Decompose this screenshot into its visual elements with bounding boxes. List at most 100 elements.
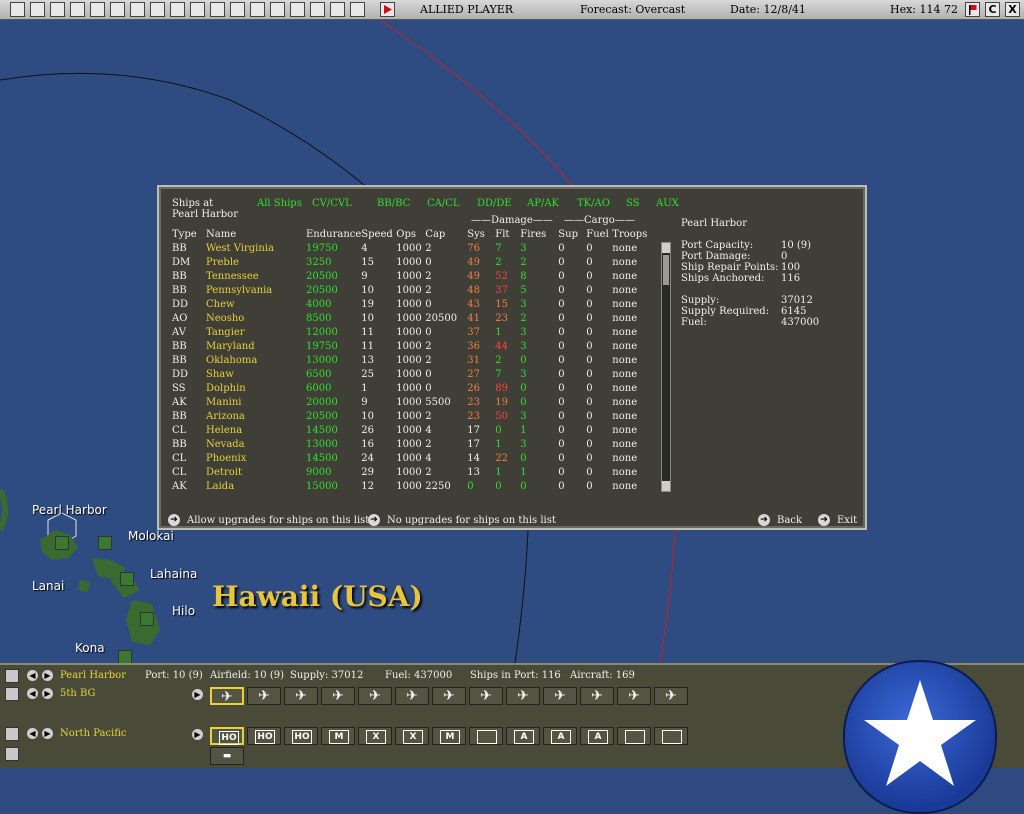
aircraft-icon[interactable]: ✈	[580, 687, 614, 705]
ground-unit-icon[interactable]: HO	[284, 727, 318, 745]
ground-unit-icon[interactable]: X	[395, 727, 429, 745]
toolbar-button-1[interactable]	[10, 2, 25, 17]
toolbar-button-2[interactable]	[30, 2, 45, 17]
ground-unit-icon[interactable]: A	[580, 727, 614, 745]
prev-region-arrow-icon[interactable]: ◀	[27, 728, 38, 739]
filter-dd-de[interactable]: DD/DE	[477, 198, 512, 209]
filter-ca-cl[interactable]: CA/CL	[427, 198, 460, 209]
aircraft-icon[interactable]: ✈	[432, 687, 466, 705]
aircraft-icon[interactable]: ✈	[469, 687, 503, 705]
toolbar-button-14[interactable]	[270, 2, 285, 17]
map-label-lanai[interactable]: Lanai	[32, 579, 64, 593]
col-endurance[interactable]: Endurance	[306, 228, 361, 242]
bottom-base-name[interactable]: Pearl Harbor	[60, 670, 126, 681]
table-row[interactable]: DM Preble 3250 15 1000 0 49 2 2 0 0 none	[172, 256, 652, 270]
col-fuel[interactable]: Fuel	[586, 228, 612, 242]
ground-unit-icon[interactable]: A	[506, 727, 540, 745]
aircraft-icon[interactable]: ✈	[358, 687, 392, 705]
map-label-lahaina[interactable]: Lahaina	[150, 567, 197, 581]
filter-tk-ao[interactable]: TK/AO	[577, 198, 610, 209]
col-sys[interactable]: Sys	[467, 228, 495, 242]
base-marker-icon[interactable]	[55, 536, 69, 550]
exit-arrow-icon[interactable]: ➔	[818, 514, 830, 526]
filter-ap-ak[interactable]: AP/AK	[527, 198, 559, 209]
table-row[interactable]: BB Pennsylvania 20500 10 1000 2 48 37 5 0 0 none	[172, 284, 652, 298]
toolbar-button-13[interactable]	[250, 2, 265, 17]
filter-ss[interactable]: SS	[626, 198, 640, 209]
scroll-thumb[interactable]	[663, 255, 669, 285]
ground-unit-icon[interactable]: M	[321, 727, 355, 745]
map-label-molokai[interactable]: Molokai	[128, 529, 174, 543]
exit-button[interactable]: Exit	[837, 515, 857, 526]
ground-unit-icon[interactable]: X	[358, 727, 392, 745]
table-row[interactable]: BB Maryland 19750 11 1000 2 36 44 3 0 0 none	[172, 340, 652, 354]
table-row[interactable]: DD Shaw 6500 25 1000 0 27 7 3 0 0 none	[172, 368, 652, 382]
filter-cv-cvl[interactable]: CV/CVL	[312, 198, 352, 209]
base-marker-icon[interactable]	[118, 650, 132, 663]
table-row[interactable]: SS Dolphin 6000 1 1000 0 26 89 0 0 0 none	[172, 382, 652, 396]
toolbar-button-info[interactable]	[90, 2, 105, 17]
table-row[interactable]: BB West Virginia 19750 4 1000 2 76 7 3 0 0 none	[172, 242, 652, 256]
table-row[interactable]: DD Chew 4000 19 1000 0 43 15 3 0 0 none	[172, 298, 652, 312]
ground-unit-icon[interactable]	[469, 727, 503, 745]
table-row[interactable]: BB Oklahoma 13000 13 1000 2 31 2 0 0 0 none	[172, 354, 652, 368]
col-flt[interactable]: Flt	[495, 228, 520, 242]
ground-unit-list-arrow-icon[interactable]: ▶	[192, 729, 203, 740]
toolbar-button-18[interactable]	[350, 2, 365, 17]
scroll-up-arrow-icon[interactable]	[662, 243, 670, 253]
toolbar-button-7[interactable]	[130, 2, 145, 17]
air-unit-icon[interactable]	[5, 687, 19, 701]
no-upgrades-arrow-icon[interactable]: ➔	[368, 514, 380, 526]
aircraft-icon[interactable]: ✈	[321, 687, 355, 705]
region-name[interactable]: North Pacific	[60, 728, 127, 739]
table-row[interactable]: AK Manini 20000 9 1000 5500 23 19 0 0 0 none	[172, 396, 652, 410]
base-marker-icon[interactable]	[120, 572, 134, 586]
table-row[interactable]: BB Nevada 13000 16 1000 2 17 1 3 0 0 none	[172, 438, 652, 452]
filter-aux[interactable]: AUX	[656, 198, 679, 209]
center-button[interactable]: C	[985, 2, 1000, 17]
ground-unit-icon[interactable]: A	[543, 727, 577, 745]
aircraft-icon[interactable]: ✈	[506, 687, 540, 705]
toolbar-button-10[interactable]	[190, 2, 205, 17]
aircraft-icon[interactable]: ✈	[247, 687, 281, 705]
col-speed[interactable]: Speed	[361, 228, 396, 242]
map-label-kona[interactable]: Kona	[75, 641, 105, 655]
prev-base-arrow-icon[interactable]: ◀	[27, 670, 38, 681]
back-button[interactable]: Back	[777, 515, 802, 526]
col-fires[interactable]: Fires	[520, 228, 558, 242]
toolbar-button-17[interactable]	[330, 2, 345, 17]
map-label-pearl-harbor[interactable]: Pearl Harbor	[32, 503, 107, 517]
flag-icon[interactable]	[965, 2, 980, 17]
aircraft-icon[interactable]: ✈	[617, 687, 651, 705]
ground-unit-icon[interactable]	[654, 727, 688, 745]
table-row[interactable]: CL Phoenix 14500 24 1000 4 14 22 0 0 0 none	[172, 452, 652, 466]
air-unit-list-arrow-icon[interactable]: ▶	[192, 689, 203, 700]
col-cap[interactable]: Cap	[425, 228, 467, 242]
ground-unit-icon[interactable]: HO	[210, 727, 244, 745]
ground-unit-tank-icon[interactable]: ▬	[210, 747, 244, 765]
region-flag-icon[interactable]	[5, 727, 19, 741]
region-info-icon[interactable]	[5, 747, 19, 761]
aircraft-icon[interactable]: ✈	[654, 687, 688, 705]
col-sup[interactable]: Sup	[558, 228, 586, 242]
ships-list-scrollbar[interactable]	[661, 242, 671, 492]
toolbar-button-12[interactable]	[230, 2, 245, 17]
ground-unit-icon[interactable]: M	[432, 727, 466, 745]
toolbar-button-9[interactable]	[170, 2, 185, 17]
filter-all-ships[interactable]: All Ships	[257, 198, 302, 209]
airbase-marker-icon[interactable]	[98, 536, 112, 550]
aircraft-icon[interactable]: ✈	[284, 687, 318, 705]
table-row[interactable]: CL Helena 14500 26 1000 4 17 0 1 0 0 none	[172, 424, 652, 438]
aircraft-icon[interactable]: ✈	[543, 687, 577, 705]
table-row[interactable]: CL Detroit 9000 29 1000 2 13 1 1 0 0 none	[172, 466, 652, 480]
close-button[interactable]: X	[1005, 2, 1020, 17]
prev-air-unit-arrow-icon[interactable]: ◀	[27, 688, 38, 699]
table-row[interactable]: BB Tennessee 20500 9 1000 2 49 52 8 0 0 none	[172, 270, 652, 284]
filter-bb-bc[interactable]: BB/BC	[377, 198, 410, 209]
allow-upgrades-link[interactable]: Allow upgrades for ships on this list	[187, 515, 369, 526]
table-row[interactable]: BB Arizona 20500 10 1000 2 23 50 3 0 0 none	[172, 410, 652, 424]
table-row[interactable]: AO Neosho 8500 10 1000 20500 41 23 2 0 0 none	[172, 312, 652, 326]
col-troops[interactable]: Troops	[612, 228, 652, 242]
anchor-icon[interactable]	[5, 669, 19, 683]
table-row[interactable]: AK Laida 15000 12 1000 2250 0 0 0 0 0 none	[172, 480, 652, 494]
